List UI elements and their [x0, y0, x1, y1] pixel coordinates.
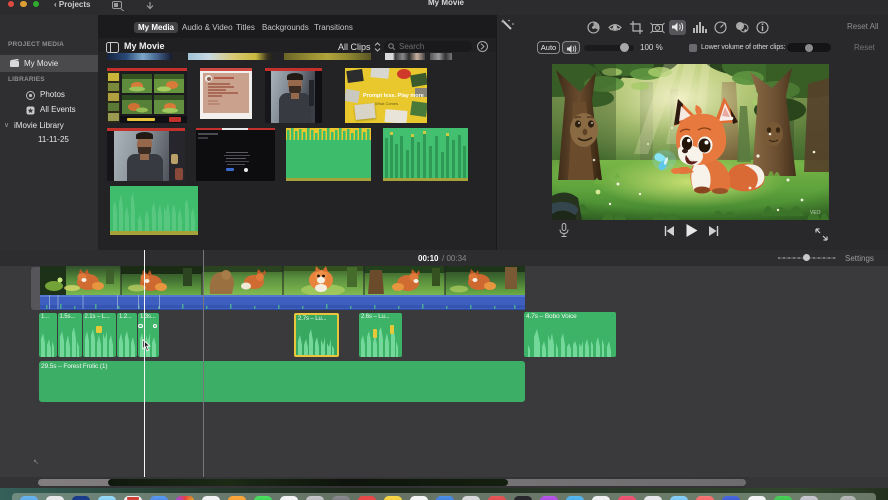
svg-text:VEO: VEO [810, 210, 821, 216]
